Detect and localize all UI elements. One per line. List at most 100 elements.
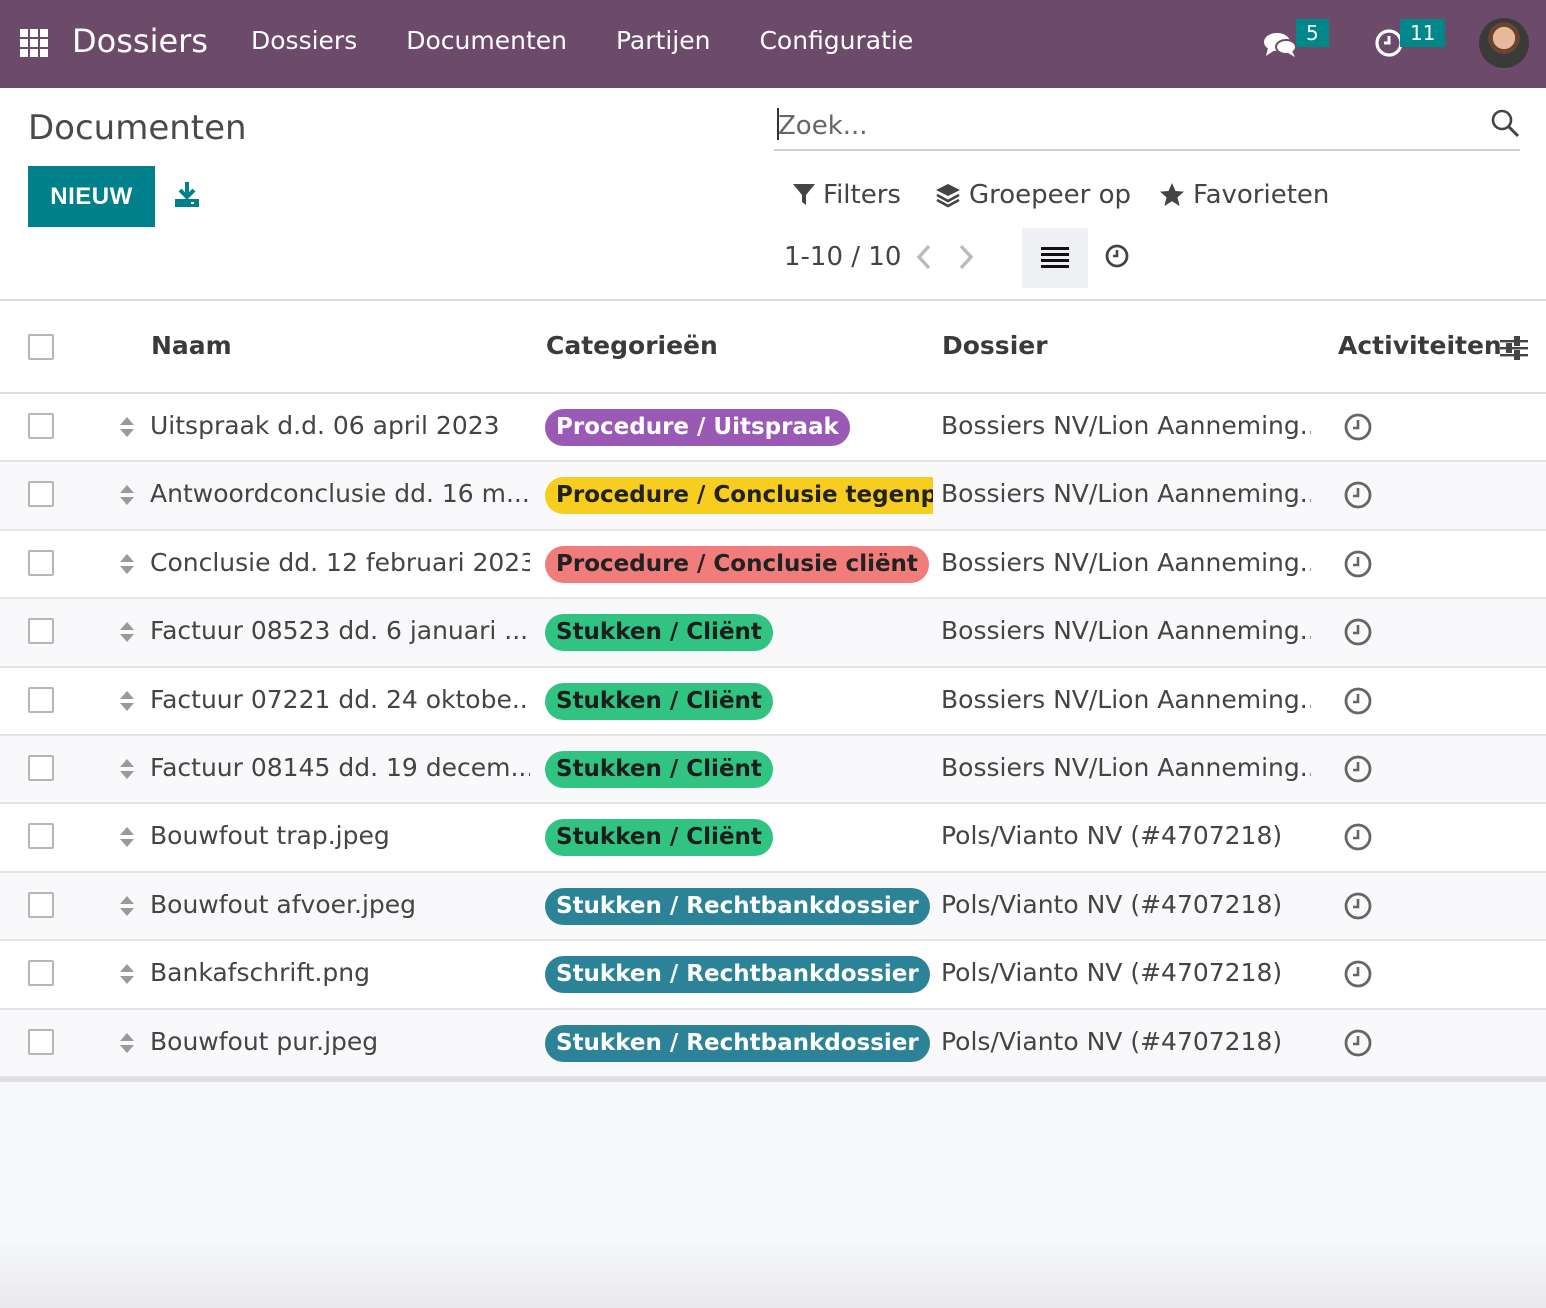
download-icon[interactable] [173, 180, 201, 208]
sort-handle-icon[interactable] [119, 757, 135, 781]
activity-clock-icon[interactable] [1343, 891, 1373, 921]
cell-dossier[interactable]: Pols/Vianto NV (#4707218) [941, 890, 1311, 919]
cell-name[interactable]: Antwoordconclusie dd. 16 m... [150, 479, 530, 508]
chat-icon[interactable] [1262, 26, 1298, 62]
table-row[interactable]: Factuur 07221 dd. 24 oktobe... Stukken / … [0, 667, 1546, 736]
row-checkbox[interactable] [28, 618, 54, 645]
activity-clock-icon[interactable] [1343, 617, 1373, 647]
row-checkbox[interactable] [28, 754, 54, 781]
table-row[interactable]: Bankafschrift.png Stukken / Rechtbankdoss… [0, 941, 1546, 1010]
activity-view-icon[interactable] [1102, 241, 1132, 271]
menu-item-partijen[interactable]: Partijen [616, 26, 710, 55]
activity-clock-icon[interactable] [1343, 754, 1373, 784]
row-checkbox[interactable] [28, 413, 54, 439]
column-header-activities[interactable]: Activiteiten [1338, 331, 1502, 360]
activity-clock-icon[interactable] [1343, 959, 1373, 989]
cell-name[interactable]: Factuur 07221 dd. 24 oktobe... [150, 685, 530, 714]
cell-dossier[interactable]: Pols/Vianto NV (#4707218) [941, 1027, 1311, 1056]
filter-icon [793, 184, 815, 205]
table-row[interactable]: Bouwfout afvoer.jpeg Stukken / Rechtbankd… [0, 872, 1546, 942]
cell-dossier[interactable]: Bossiers NV/Lion Aanneming... [941, 411, 1311, 440]
new-button[interactable]: NIEUW [28, 166, 155, 227]
chevron-left-icon[interactable] [912, 240, 936, 274]
table-row[interactable]: Bouwfout pur.jpeg Stukken / Rechtbankdoss… [0, 1009, 1546, 1078]
cell-dossier[interactable]: Bossiers NV/Lion Aanneming... [941, 616, 1311, 645]
layers-icon [936, 184, 960, 208]
table-row[interactable]: Antwoordconclusie dd. 16 m... Procedure /… [0, 462, 1546, 531]
category-tag: Stukken / Cliënt [545, 750, 773, 788]
menu-item-dossiers[interactable]: Dossiers [251, 26, 357, 55]
category-tag: Stukken / Cliënt [545, 614, 773, 652]
activities-badge: 11 [1400, 19, 1446, 47]
activity-clock-icon[interactable] [1343, 686, 1373, 716]
sort-handle-icon[interactable] [119, 620, 135, 644]
category-tag: Stukken / Cliënt [545, 819, 773, 857]
pager-value[interactable]: 1-10 / 10 [784, 242, 901, 272]
sort-handle-icon[interactable] [119, 825, 135, 849]
filters-toggle[interactable]: Filters [793, 180, 901, 210]
cell-name[interactable]: Bouwfout trap.jpeg [150, 821, 530, 850]
table-header: Naam Categorieën Dossier Activiteiten [0, 301, 1546, 394]
table-row[interactable]: Uitspraak d.d. 06 april 2023 Procedure / … [0, 394, 1546, 463]
row-checkbox[interactable] [28, 686, 54, 713]
sort-handle-icon[interactable] [119, 689, 135, 713]
cell-dossier[interactable]: Bossiers NV/Lion Aanneming... [941, 479, 1311, 508]
table-row[interactable]: Factuur 08145 dd. 19 decem... Stukken / C… [0, 735, 1546, 805]
activity-clock-icon[interactable] [1343, 822, 1373, 852]
cell-dossier[interactable]: Bossiers NV/Lion Aanneming... [941, 753, 1311, 782]
row-checkbox[interactable] [28, 1028, 54, 1055]
sort-handle-icon[interactable] [119, 552, 135, 576]
sort-handle-icon[interactable] [119, 894, 135, 918]
activity-clock-icon[interactable] [1343, 412, 1373, 442]
table-row[interactable]: Bouwfout trap.jpeg Stukken / Cliënt Pols/V… [0, 804, 1546, 873]
activity-clock-icon[interactable] [1343, 480, 1373, 510]
main-menu: Dossiers Documenten Partijen Configurati… [251, 26, 962, 55]
row-checkbox[interactable] [28, 549, 54, 576]
menu-item-configuratie[interactable]: Configuratie [759, 26, 913, 55]
column-header-name[interactable]: Naam [151, 331, 232, 360]
cell-dossier[interactable]: Pols/Vianto NV (#4707218) [941, 958, 1311, 987]
cell-dossier[interactable]: Bossiers NV/Lion Aanneming... [941, 685, 1311, 714]
column-header-categories[interactable]: Categorieën [546, 331, 718, 360]
cell-name[interactable]: Bouwfout afvoer.jpeg [150, 890, 530, 919]
activity-clock-icon[interactable] [1343, 1028, 1373, 1058]
sort-handle-icon[interactable] [119, 483, 135, 507]
sort-handle-icon[interactable] [119, 1031, 135, 1055]
cell-name[interactable]: Factuur 08145 dd. 19 decem... [150, 753, 530, 782]
table-body: Uitspraak d.d. 06 april 2023 Procedure / … [0, 394, 1546, 1078]
table-bottom-border [0, 1077, 1546, 1082]
row-checkbox[interactable] [28, 891, 54, 918]
cell-name[interactable]: Bankafschrift.png [150, 958, 530, 987]
menu-item-documenten[interactable]: Documenten [406, 26, 567, 55]
column-settings-icon[interactable] [1500, 335, 1528, 361]
user-avatar[interactable] [1479, 18, 1529, 68]
category-tag: Procedure / Conclusie tegenpartij [545, 477, 933, 515]
cell-dossier[interactable]: Bossiers NV/Lion Aanneming... [941, 548, 1311, 577]
search-input[interactable] [778, 106, 1478, 146]
row-checkbox[interactable] [28, 481, 54, 508]
table-row[interactable]: Factuur 08523 dd. 6 januari ... Stukken /… [0, 599, 1546, 668]
table-row[interactable]: Conclusie dd. 12 februari 2023 Procedure … [0, 530, 1546, 600]
cell-name[interactable]: Uitspraak d.d. 06 april 2023 [150, 411, 530, 440]
favorites-toggle[interactable]: Favorieten [1159, 180, 1329, 210]
cell-name[interactable]: Bouwfout pur.jpeg [150, 1027, 530, 1056]
select-all-checkbox[interactable] [28, 334, 54, 360]
favorites-label: Favorieten [1193, 180, 1330, 210]
sort-handle-icon[interactable] [119, 415, 135, 439]
sort-handle-icon[interactable] [119, 962, 135, 986]
row-checkbox[interactable] [28, 960, 54, 987]
cell-dossier[interactable]: Pols/Vianto NV (#4707218) [941, 821, 1311, 850]
column-header-dossier[interactable]: Dossier [942, 331, 1048, 360]
category-tag: Stukken / Rechtbankdossier [545, 1024, 930, 1062]
chevron-right-icon[interactable] [954, 240, 978, 274]
cell-name[interactable]: Factuur 08523 dd. 6 januari ... [150, 616, 530, 645]
search-icon[interactable] [1490, 108, 1520, 138]
row-checkbox[interactable] [28, 823, 54, 850]
app-brand[interactable]: Dossiers [72, 22, 208, 60]
activity-clock-icon[interactable] [1343, 549, 1373, 579]
top-navbar: Dossiers Dossiers Documenten Partijen Co… [0, 0, 1546, 88]
groupby-toggle[interactable]: Groepeer op [935, 180, 1131, 210]
apps-grid-icon[interactable] [20, 29, 48, 57]
cell-name[interactable]: Conclusie dd. 12 februari 2023 [150, 548, 530, 577]
list-view-button[interactable] [1022, 228, 1088, 288]
